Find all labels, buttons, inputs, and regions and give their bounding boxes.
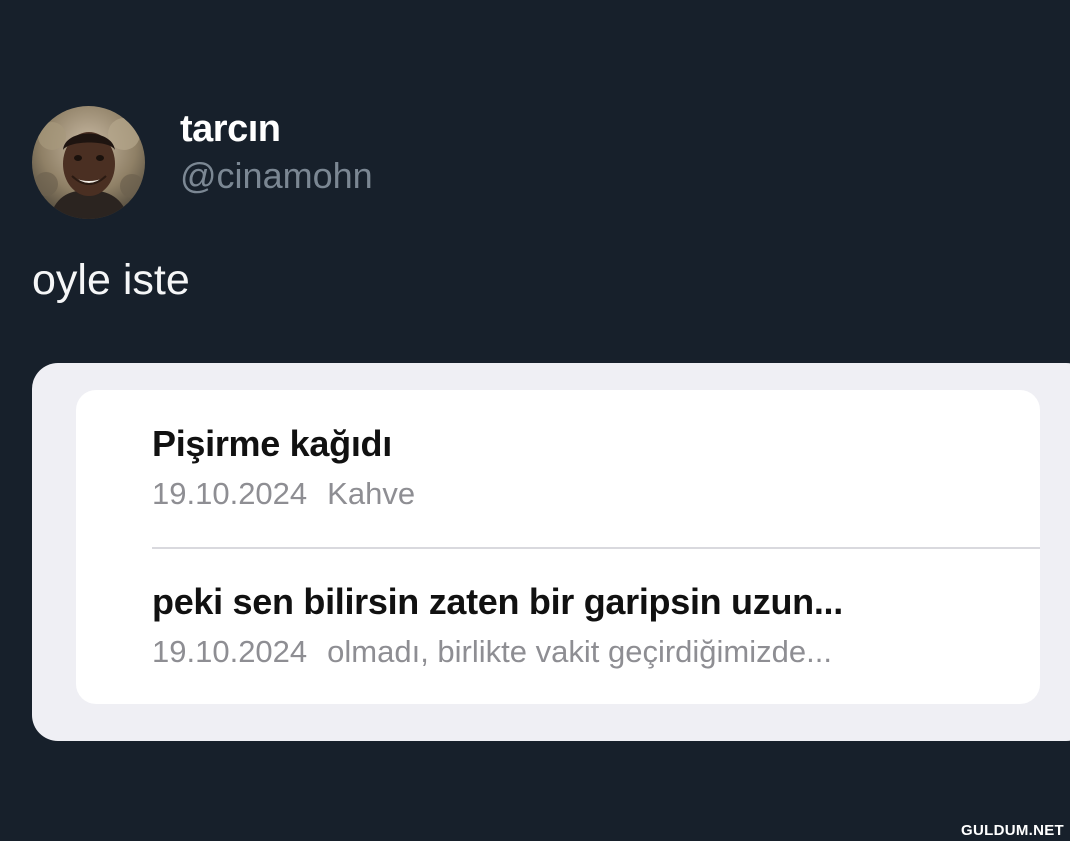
note-title: Pişirme kağıdı bbox=[152, 423, 392, 464]
user-handle[interactable]: @cinamohn bbox=[180, 155, 373, 197]
post-text: oyle iste bbox=[32, 256, 190, 304]
author-info: tarcın @cinamohn bbox=[180, 107, 373, 197]
watermark: GULDUM.NET bbox=[961, 822, 1064, 839]
note-meta: 19.10.2024 Kahve bbox=[152, 474, 1040, 514]
note-preview: olmadı, birlikte vakit geçirdiğimizde... bbox=[327, 634, 832, 669]
note-preview: Kahve bbox=[327, 476, 416, 511]
note-item[interactable]: peki sen bilirsin zaten bir garipsin uzu… bbox=[152, 580, 1040, 672]
notes-list: Pişirme kağıdı 19.10.2024 Kahve peki sen … bbox=[76, 390, 1040, 704]
avatar-photo bbox=[32, 106, 145, 219]
post-header: tarcın @cinamohn bbox=[32, 106, 373, 219]
note-item[interactable]: Pişirme kağıdı 19.10.2024 Kahve bbox=[152, 422, 1040, 514]
note-date: 19.10.2024 bbox=[152, 634, 308, 669]
display-name[interactable]: tarcın bbox=[180, 107, 373, 151]
note-meta: 19.10.2024 olmadı, birlikte vakit geçirdi… bbox=[152, 632, 1040, 672]
avatar[interactable] bbox=[32, 106, 145, 219]
attached-screenshot-card[interactable]: Pişirme kağıdı 19.10.2024 Kahve peki sen … bbox=[32, 363, 1070, 741]
note-date: 19.10.2024 bbox=[152, 476, 308, 511]
divider bbox=[152, 547, 1040, 549]
note-title: peki sen bilirsin zaten bir garipsin uzu… bbox=[152, 581, 843, 622]
